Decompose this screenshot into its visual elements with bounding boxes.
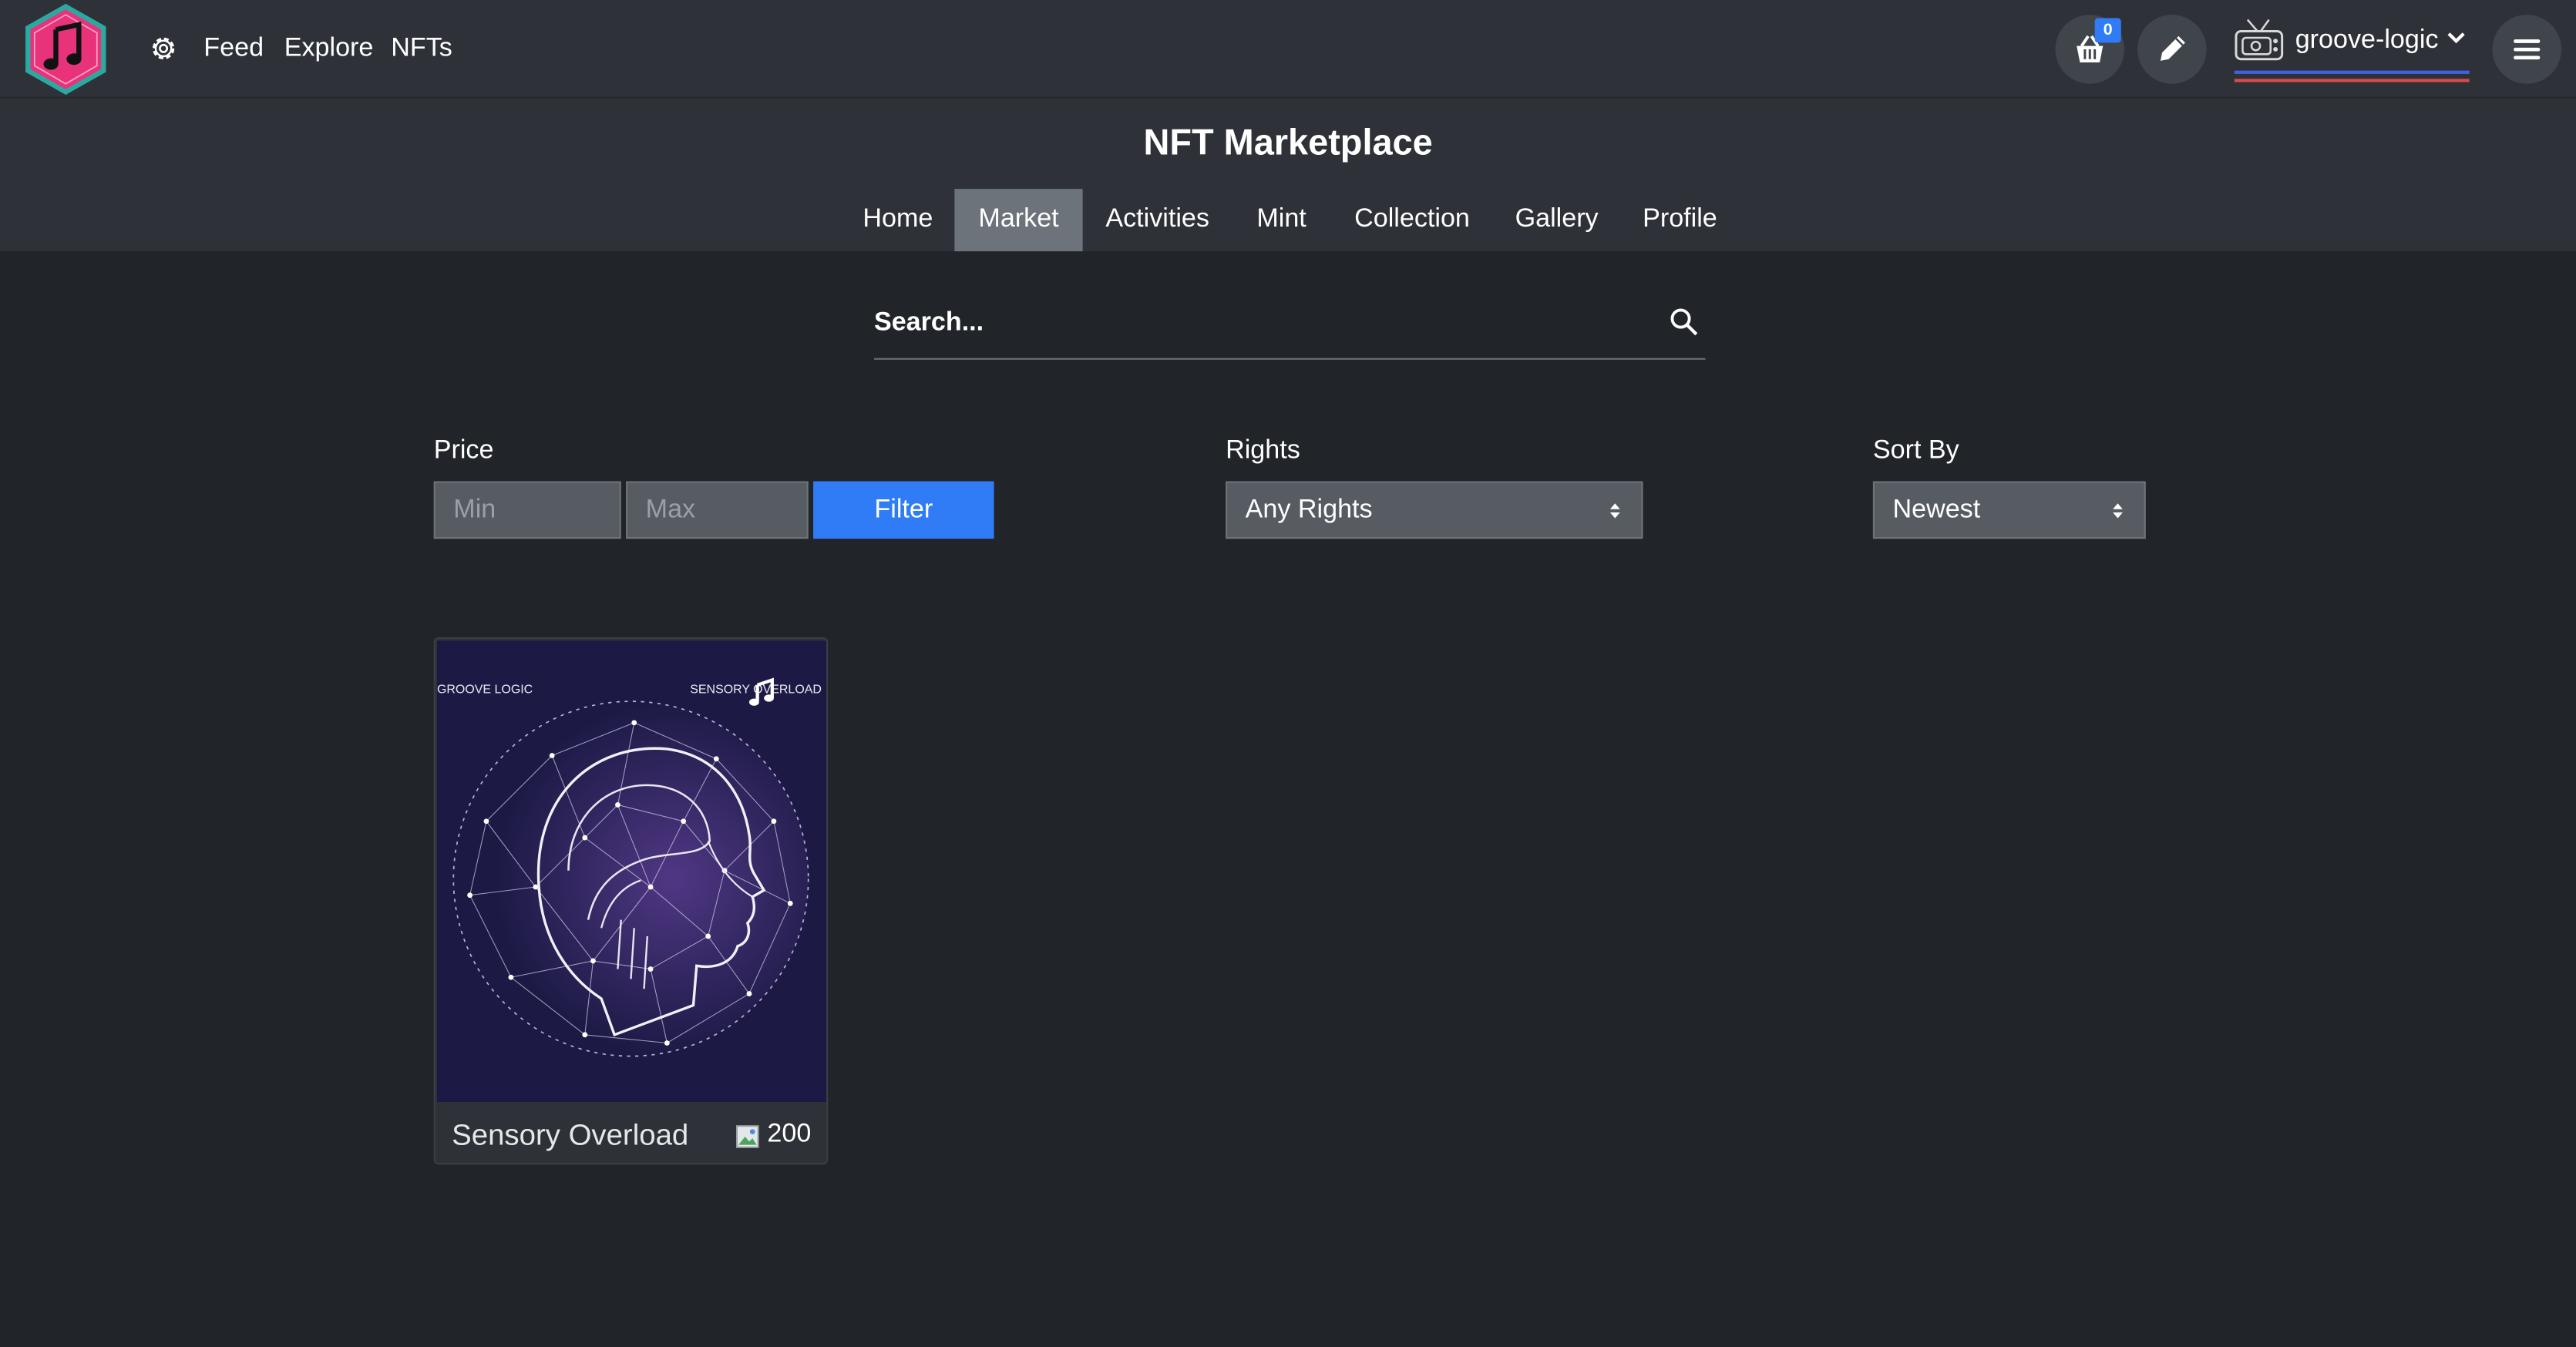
sort-select-value: Newest [1892, 495, 1981, 524]
rights-label: Rights [1226, 436, 1300, 465]
main-menu-button[interactable] [2492, 15, 2562, 84]
chevron-down-icon [2447, 32, 2465, 44]
nav-explore[interactable]: Explore [284, 35, 374, 64]
tab-activities[interactable]: Activities [1083, 189, 1233, 251]
nft-title[interactable]: Sensory Overload [452, 1119, 688, 1154]
tab-mint[interactable]: Mint [1233, 189, 1331, 251]
gear-icon[interactable] [148, 33, 179, 64]
sort-arrows-icon [2113, 503, 2123, 519]
price-max-input[interactable] [626, 481, 809, 539]
rights-select-value: Any Rights [1245, 495, 1373, 524]
create-post-button[interactable] [2137, 15, 2207, 84]
marketplace-header: NFT Marketplace Home Market Activities M… [0, 98, 2576, 252]
art-text-left: GROOVE LOGIC [437, 683, 533, 696]
user-underline-red [2234, 79, 2470, 82]
nft-artwork[interactable]: GROOVE LOGIC SENSORY OVERLOAD [436, 640, 827, 1103]
sort-label: Sort By [1872, 436, 1959, 465]
nft-card[interactable]: GROOVE LOGIC SENSORY OVERLOAD Sensory Ov… [433, 637, 829, 1165]
sort-arrows-icon [1609, 503, 1620, 519]
username: groove-logic [2295, 26, 2439, 55]
price-min-input[interactable] [433, 481, 621, 539]
search-input[interactable] [873, 292, 1646, 355]
tab-collection[interactable]: Collection [1331, 189, 1494, 251]
page-title: NFT Marketplace [1143, 121, 1433, 163]
nav-feed[interactable]: Feed [203, 35, 264, 64]
user-menu[interactable]: groove-logic [2231, 13, 2471, 86]
tab-profile[interactable]: Profile [1620, 189, 1740, 251]
sort-select[interactable]: Newest [1872, 481, 2146, 539]
filter-button[interactable]: Filter [813, 481, 994, 539]
user-underline-blue [2234, 70, 2470, 74]
pencil-icon [2160, 35, 2185, 61]
nft-price: 200 [767, 1120, 812, 1148]
search-icon[interactable] [1670, 307, 1699, 337]
rights-select[interactable]: Any Rights [1226, 481, 1643, 539]
tab-gallery[interactable]: Gallery [1494, 189, 1620, 251]
broken-image-icon [735, 1125, 759, 1148]
nav-nfts[interactable]: NFTs [391, 35, 452, 64]
search-bar [873, 292, 1706, 360]
tab-market[interactable]: Market [954, 189, 1083, 252]
tab-home[interactable]: Home [841, 189, 954, 251]
cart-count-badge: 0 [2094, 18, 2121, 43]
music-note-logo-icon[interactable] [23, 3, 109, 96]
avatar [2235, 18, 2284, 61]
price-label: Price [433, 436, 494, 465]
top-navbar: Feed Explore NFTs 0 groove-logic [0, 0, 2576, 99]
cart-button[interactable]: 0 [2055, 15, 2125, 84]
hamburger-menu-icon [2514, 39, 2541, 60]
